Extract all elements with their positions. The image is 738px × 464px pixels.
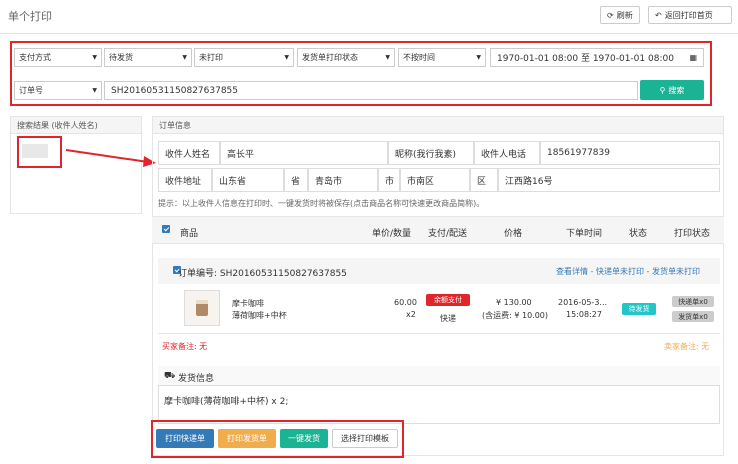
address-label: 收件地址 xyxy=(158,168,212,192)
unit-price: 60.00 xyxy=(394,298,417,307)
col-pay-delivery: 支付/配送 xyxy=(428,229,468,239)
province-input[interactable]: 山东省 xyxy=(212,168,284,192)
street-input[interactable]: 江西路16号 xyxy=(498,168,720,192)
search-field-value: 订单号 xyxy=(19,86,43,95)
product-spec: 薄荷咖啡+中杯 xyxy=(232,311,287,320)
ship-status-value: 待发货 xyxy=(109,53,133,62)
search-results-heading: 搜索结果 (收件人姓名) xyxy=(10,116,142,134)
order-time: 15:08:27 xyxy=(566,310,602,319)
total-price: ¥ 130.00 xyxy=(496,298,532,307)
shipping-fee: (含运费: ¥ 10.00) xyxy=(482,311,549,320)
payment-select[interactable]: 支付方式 ▼ xyxy=(14,48,102,67)
tip-text: 提示：以上收件人信息在打印时、一键发货时将被保存(点击商品名称可快速更改商品简称… xyxy=(158,199,485,208)
calendar-icon: ▦ xyxy=(689,53,697,62)
back-to-print-home-button[interactable]: ↶ 返回打印首页 xyxy=(648,6,732,24)
refresh-icon: ⟳ xyxy=(607,10,614,20)
coffee-cup-icon xyxy=(196,300,208,316)
buyer-note: 买家备注: 无 xyxy=(162,342,208,351)
chevron-down-icon: ▼ xyxy=(182,54,187,61)
back-arrow-icon: ↶ xyxy=(655,10,662,20)
quantity: x2 xyxy=(406,310,416,319)
order-info-heading: 订单信息 xyxy=(152,116,724,134)
time-type-select[interactable]: 不按时间 ▼ xyxy=(398,48,486,67)
city-input[interactable]: 青岛市 xyxy=(308,168,378,192)
select-all-checkbox[interactable] xyxy=(162,225,170,233)
search-button-label: 搜索 xyxy=(668,85,685,95)
print-invoice-button[interactable]: 打印发货单 xyxy=(218,429,276,448)
one-click-ship-button[interactable]: 一键发货 xyxy=(280,429,328,448)
refresh-label: 刷新 xyxy=(616,10,633,20)
invoice-print-status-select[interactable]: 发货单打印状态 ▼ xyxy=(297,48,395,67)
time-type-value: 不按时间 xyxy=(403,53,435,62)
arrow-icon xyxy=(65,149,156,167)
col-price: 价格 xyxy=(504,229,523,239)
ship-info-heading: 发货信息 xyxy=(178,374,215,384)
order-date: 2016-05-3... xyxy=(558,298,608,307)
phone-input[interactable]: 18561977839 xyxy=(540,141,720,165)
status-badge: 待发货 xyxy=(622,303,656,315)
chevron-down-icon: ▼ xyxy=(476,54,481,61)
search-icon: ⚲ xyxy=(659,85,666,95)
nickname-label: 昵称(我行我素) xyxy=(388,141,474,165)
search-field-select[interactable]: 订单号 ▼ xyxy=(14,81,102,100)
invoice-print-status-value: 发货单打印状态 xyxy=(302,53,358,62)
print-status-select[interactable]: 未打印 ▼ xyxy=(194,48,294,67)
highlight-box xyxy=(17,136,62,168)
seller-note: 卖家备注: 无 xyxy=(664,342,710,351)
ship-info-textarea[interactable]: 摩卡咖啡(薄荷咖啡+中杯) x 2; xyxy=(164,394,288,407)
col-print-status: 打印状态 xyxy=(674,229,711,239)
chevron-down-icon: ▼ xyxy=(284,54,289,61)
date-range-value: 1970-01-01 08:00 至 1970-01-01 08:00 xyxy=(497,54,674,64)
page-title: 单个打印 xyxy=(8,10,52,23)
choose-template-button[interactable]: 选择打印模板 xyxy=(332,429,398,448)
express-print-count: 快递单x0 xyxy=(672,296,714,307)
order-number: 订单编号: SH20160531150827637855 xyxy=(178,269,347,279)
order-links[interactable]: 查看详情 - 快递单未打印 - 发货单未打印 xyxy=(556,266,700,277)
recipient-input[interactable]: 高长平 xyxy=(220,141,388,165)
pay-method-badge: 余额支付 xyxy=(426,294,470,306)
ship-status-select[interactable]: 待发货 ▼ xyxy=(104,48,192,67)
product-thumbnail xyxy=(184,290,220,326)
col-product: 商品 xyxy=(180,229,199,239)
recipient-label: 收件人姓名 xyxy=(158,141,220,165)
date-range-input[interactable]: 1970-01-01 08:00 至 1970-01-01 08:00 ▦ xyxy=(490,48,704,67)
refresh-button[interactable]: ⟳ 刷新 xyxy=(600,6,640,24)
delivery-method: 快递 xyxy=(440,314,456,323)
col-price-qty: 单价/数量 xyxy=(372,229,412,239)
district-input[interactable]: 市南区 xyxy=(400,168,470,192)
search-input[interactable]: SH20160531150827637855 xyxy=(104,81,638,100)
phone-label: 收件人电话 xyxy=(474,141,540,165)
search-button[interactable]: ⚲ 搜索 xyxy=(640,80,704,100)
chevron-down-icon: ▼ xyxy=(92,87,97,94)
chevron-down-icon: ▼ xyxy=(385,54,390,61)
invoice-print-count: 发货单x0 xyxy=(672,311,714,322)
truck-icon: ⛟ xyxy=(164,371,176,381)
chevron-down-icon: ▼ xyxy=(92,54,97,61)
product-name[interactable]: 摩卡咖啡 xyxy=(232,298,264,309)
city-label: 市 xyxy=(378,168,400,192)
header-divider xyxy=(0,33,738,34)
district-label: 区 xyxy=(470,168,498,192)
col-status: 状态 xyxy=(629,229,648,239)
province-label: 省 xyxy=(284,168,308,192)
payment-select-value: 支付方式 xyxy=(19,53,51,62)
print-express-button[interactable]: 打印快递单 xyxy=(156,429,214,448)
print-status-value: 未打印 xyxy=(199,53,223,62)
ship-info-header xyxy=(158,366,720,386)
col-order-time: 下单时间 xyxy=(566,229,603,239)
back-label: 返回打印首页 xyxy=(664,10,713,20)
